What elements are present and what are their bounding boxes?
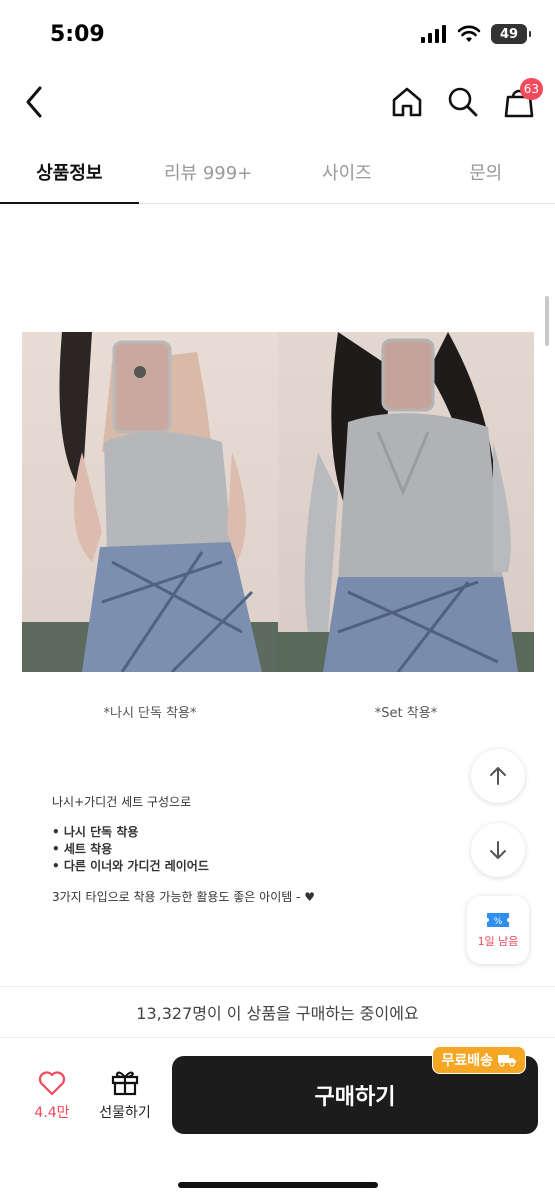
coupon-remaining: 1일 남음 (477, 935, 519, 948)
like-count: 4.4만 (34, 1105, 70, 1121)
tab-product-info[interactable]: 상품정보 (0, 140, 139, 204)
top-navigation: 63 (0, 70, 555, 134)
status-bar: 5:09 49 (0, 0, 555, 70)
description-bullet: • 나시 단독 착용 (52, 825, 139, 839)
battery-level: 49 (499, 26, 519, 42)
description-bullet: • 세트 착용 (52, 842, 113, 856)
tab-size[interactable]: 사이즈 (278, 140, 417, 203)
search-icon (448, 87, 478, 117)
nav-actions: 63 (389, 78, 543, 122)
heart-icon (38, 1071, 66, 1096)
product-photo-set (22, 332, 534, 672)
tab-reviews[interactable]: 리뷰 999+ (139, 140, 278, 203)
home-button[interactable] (389, 82, 425, 122)
product-photo-set (278, 332, 534, 672)
status-time: 5:09 (50, 22, 105, 47)
arrow-up-icon (490, 767, 506, 785)
description-bullet: • 다른 이너와 가디건 레이어드 (52, 859, 209, 873)
arrow-down-icon (490, 841, 506, 859)
product-photo-camisole (22, 332, 278, 672)
cart-button[interactable]: 63 (501, 78, 543, 122)
buy-label: 구매하기 (314, 1085, 396, 1110)
bottom-action-bar: 4.4만 선물하기 구매하기 무료배송 (0, 1038, 555, 1200)
buy-button[interactable]: 구매하기 무료배송 (172, 1046, 538, 1134)
free-shipping-badge: 무료배송 (432, 1046, 526, 1074)
tab-inquiry[interactable]: 문의 (416, 140, 555, 203)
product-tabs: 상품정보 리뷰 999+ 사이즈 문의 (0, 140, 555, 204)
gift-label: 선물하기 (99, 1105, 151, 1121)
scrollbar[interactable] (545, 296, 549, 346)
buyers-count-banner: 13,327명이 이 상품을 구매하는 중이에요 (0, 986, 555, 1038)
search-button[interactable] (445, 82, 481, 122)
description-intro: 나시+가디건 세트 구성으로 (52, 795, 192, 809)
delivery-truck-icon (498, 1055, 516, 1067)
cellular-signal-icon (421, 25, 446, 43)
status-icons: 49 (421, 24, 531, 44)
back-button[interactable] (18, 82, 54, 122)
gift-button[interactable]: 선물하기 (90, 1068, 160, 1122)
scroll-to-top-button[interactable] (471, 749, 525, 803)
like-button[interactable]: 4.4만 (26, 1070, 78, 1122)
coupon-button[interactable]: % 1일 남음 (467, 896, 529, 964)
product-description: 나시+가디건 세트 구성으로 • 나시 단독 착용 • 세트 착용 • 다른 이… (52, 794, 315, 906)
scroll-to-bottom-button[interactable] (471, 823, 525, 877)
description-closing: 3가지 타입으로 착용 가능한 활용도 좋은 아이템 - ♥ (52, 890, 315, 904)
free-shipping-label: 무료배송 (441, 1053, 493, 1069)
coupon-icon: % (487, 913, 509, 927)
home-indicator (178, 1182, 378, 1188)
home-icon (392, 87, 422, 117)
chevron-left-icon (26, 86, 42, 118)
cart-count-badge: 63 (519, 78, 543, 100)
photo-captions: *나시 단독 착용* *Set 착용* (22, 702, 534, 721)
gift-icon (111, 1071, 139, 1096)
battery-icon: 49 (491, 24, 531, 44)
wifi-icon (457, 25, 481, 42)
caption-set: *Set 착용* (374, 706, 438, 721)
caption-camisole: *나시 단독 착용* (103, 706, 197, 721)
svg-text:%: % (494, 917, 503, 927)
